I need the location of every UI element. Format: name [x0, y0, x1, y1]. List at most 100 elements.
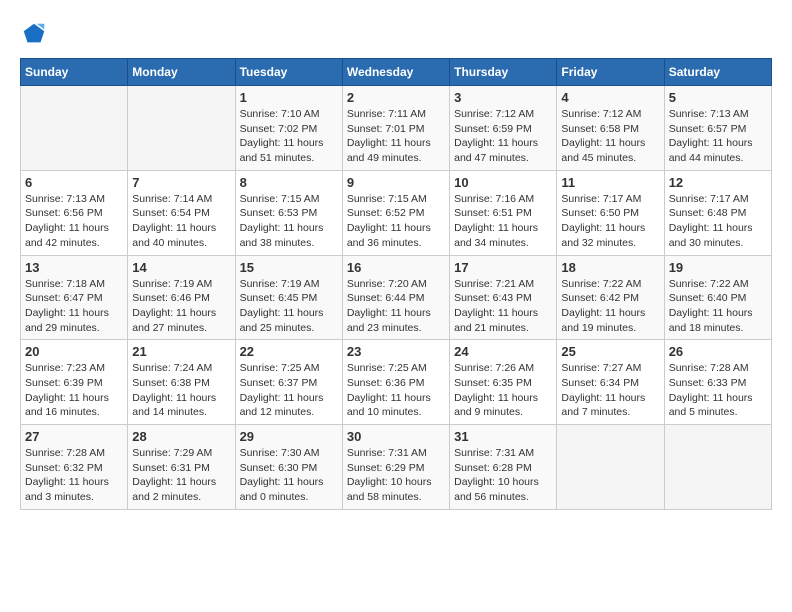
day-info: Sunrise: 7:10 AMSunset: 7:02 PMDaylight:… [240, 107, 338, 166]
day-number: 22 [240, 344, 338, 359]
calendar-cell: 23 Sunrise: 7:25 AMSunset: 6:36 PMDayligh… [342, 340, 449, 425]
header-cell: Tuesday [235, 59, 342, 86]
day-info: Sunrise: 7:31 AMSunset: 6:29 PMDaylight:… [347, 446, 445, 505]
calendar-cell: 24Sunrise: 7:26 AMSunset: 6:35 PMDayligh… [450, 340, 557, 425]
calendar-cell: 31 Sunrise: 7:31 AMSunset: 6:28 PMDayligh… [450, 425, 557, 510]
header-cell: Sunday [21, 59, 128, 86]
header-cell: Wednesday [342, 59, 449, 86]
day-info: Sunrise: 7:22 AMSunset: 6:40 PMDaylight:… [669, 277, 767, 336]
calendar-cell [557, 425, 664, 510]
day-info: Sunrise: 7:27 AMSunset: 6:34 PMDaylight:… [561, 361, 659, 420]
calendar-cell: 2 Sunrise: 7:11 AMSunset: 7:01 PMDaylight… [342, 86, 449, 171]
calendar-week-row: 20 Sunrise: 7:23 AMSunset: 6:39 PMDayligh… [21, 340, 772, 425]
day-number: 16 [347, 260, 445, 275]
day-number: 18 [561, 260, 659, 275]
day-number: 28 [132, 429, 230, 444]
calendar-cell: 28 Sunrise: 7:29 AMSunset: 6:31 PMDayligh… [128, 425, 235, 510]
day-info: Sunrise: 7:18 AMSunset: 6:47 PMDaylight:… [25, 277, 123, 336]
day-number: 19 [669, 260, 767, 275]
calendar-week-row: 1 Sunrise: 7:10 AMSunset: 7:02 PMDaylight… [21, 86, 772, 171]
day-info: Sunrise: 7:15 AMSunset: 6:53 PMDaylight:… [240, 192, 338, 251]
calendar-cell: 29 Sunrise: 7:30 AMSunset: 6:30 PMDayligh… [235, 425, 342, 510]
day-info: Sunrise: 7:25 AMSunset: 6:36 PMDaylight:… [347, 361, 445, 420]
day-info: Sunrise: 7:17 AMSunset: 6:48 PMDaylight:… [669, 192, 767, 251]
day-number: 20 [25, 344, 123, 359]
day-info: Sunrise: 7:14 AMSunset: 6:54 PMDaylight:… [132, 192, 230, 251]
calendar-cell: 8 Sunrise: 7:15 AMSunset: 6:53 PMDaylight… [235, 170, 342, 255]
day-number: 8 [240, 175, 338, 190]
day-number: 12 [669, 175, 767, 190]
calendar-cell: 17 Sunrise: 7:21 AMSunset: 6:43 PMDayligh… [450, 255, 557, 340]
day-number: 3 [454, 90, 552, 105]
day-info: Sunrise: 7:22 AMSunset: 6:42 PMDaylight:… [561, 277, 659, 336]
day-info: Sunrise: 7:13 AMSunset: 6:57 PMDaylight:… [669, 107, 767, 166]
calendar-cell [664, 425, 771, 510]
calendar-cell: 12 Sunrise: 7:17 AMSunset: 6:48 PMDayligh… [664, 170, 771, 255]
day-number: 25 [561, 344, 659, 359]
day-info: Sunrise: 7:29 AMSunset: 6:31 PMDaylight:… [132, 446, 230, 505]
day-number: 31 [454, 429, 552, 444]
day-number: 26 [669, 344, 767, 359]
calendar-cell: 15 Sunrise: 7:19 AMSunset: 6:45 PMDayligh… [235, 255, 342, 340]
day-number: 27 [25, 429, 123, 444]
day-info: Sunrise: 7:24 AMSunset: 6:38 PMDaylight:… [132, 361, 230, 420]
calendar-cell: 27 Sunrise: 7:28 AMSunset: 6:32 PMDayligh… [21, 425, 128, 510]
day-info: Sunrise: 7:20 AMSunset: 6:44 PMDaylight:… [347, 277, 445, 336]
day-number: 11 [561, 175, 659, 190]
day-info: Sunrise: 7:13 AMSunset: 6:56 PMDaylight:… [25, 192, 123, 251]
calendar-cell: 9Sunrise: 7:15 AMSunset: 6:52 PMDaylight… [342, 170, 449, 255]
day-info: Sunrise: 7:28 AMSunset: 6:33 PMDaylight:… [669, 361, 767, 420]
calendar-cell: 26 Sunrise: 7:28 AMSunset: 6:33 PMDayligh… [664, 340, 771, 425]
day-info: Sunrise: 7:23 AMSunset: 6:39 PMDaylight:… [25, 361, 123, 420]
header-cell: Friday [557, 59, 664, 86]
day-number: 2 [347, 90, 445, 105]
calendar-cell: 10 Sunrise: 7:16 AMSunset: 6:51 PMDayligh… [450, 170, 557, 255]
calendar-cell: 6Sunrise: 7:13 AMSunset: 6:56 PMDaylight… [21, 170, 128, 255]
day-number: 30 [347, 429, 445, 444]
day-info: Sunrise: 7:19 AMSunset: 6:46 PMDaylight:… [132, 277, 230, 336]
logo [20, 20, 52, 48]
calendar-cell: 16 Sunrise: 7:20 AMSunset: 6:44 PMDayligh… [342, 255, 449, 340]
day-number: 1 [240, 90, 338, 105]
calendar-cell: 7 Sunrise: 7:14 AMSunset: 6:54 PMDaylight… [128, 170, 235, 255]
day-info: Sunrise: 7:28 AMSunset: 6:32 PMDaylight:… [25, 446, 123, 505]
day-info: Sunrise: 7:15 AMSunset: 6:52 PMDaylight:… [347, 192, 445, 251]
day-info: Sunrise: 7:31 AMSunset: 6:28 PMDaylight:… [454, 446, 552, 505]
logo-icon [20, 20, 48, 48]
calendar-cell: 11 Sunrise: 7:17 AMSunset: 6:50 PMDayligh… [557, 170, 664, 255]
day-number: 17 [454, 260, 552, 275]
calendar-cell: 3Sunrise: 7:12 AMSunset: 6:59 PMDaylight… [450, 86, 557, 171]
day-number: 23 [347, 344, 445, 359]
page-header [20, 20, 772, 48]
day-number: 4 [561, 90, 659, 105]
calendar-cell: 19 Sunrise: 7:22 AMSunset: 6:40 PMDayligh… [664, 255, 771, 340]
day-info: Sunrise: 7:19 AMSunset: 6:45 PMDaylight:… [240, 277, 338, 336]
header-cell: Monday [128, 59, 235, 86]
day-number: 10 [454, 175, 552, 190]
day-info: Sunrise: 7:16 AMSunset: 6:51 PMDaylight:… [454, 192, 552, 251]
day-info: Sunrise: 7:12 AMSunset: 6:58 PMDaylight:… [561, 107, 659, 166]
day-number: 13 [25, 260, 123, 275]
day-info: Sunrise: 7:25 AMSunset: 6:37 PMDaylight:… [240, 361, 338, 420]
calendar-week-row: 13 Sunrise: 7:18 AMSunset: 6:47 PMDayligh… [21, 255, 772, 340]
calendar-cell [128, 86, 235, 171]
day-info: Sunrise: 7:30 AMSunset: 6:30 PMDaylight:… [240, 446, 338, 505]
calendar-cell: 30 Sunrise: 7:31 AMSunset: 6:29 PMDayligh… [342, 425, 449, 510]
day-info: Sunrise: 7:26 AMSunset: 6:35 PMDaylight:… [454, 361, 552, 420]
calendar-table: SundayMondayTuesdayWednesdayThursdayFrid… [20, 58, 772, 510]
calendar-cell: 4 Sunrise: 7:12 AMSunset: 6:58 PMDaylight… [557, 86, 664, 171]
day-number: 15 [240, 260, 338, 275]
day-number: 7 [132, 175, 230, 190]
calendar-cell: 25 Sunrise: 7:27 AMSunset: 6:34 PMDayligh… [557, 340, 664, 425]
day-info: Sunrise: 7:17 AMSunset: 6:50 PMDaylight:… [561, 192, 659, 251]
day-number: 21 [132, 344, 230, 359]
day-number: 29 [240, 429, 338, 444]
calendar-cell: 1 Sunrise: 7:10 AMSunset: 7:02 PMDaylight… [235, 86, 342, 171]
day-info: Sunrise: 7:11 AMSunset: 7:01 PMDaylight:… [347, 107, 445, 166]
calendar-cell: 20 Sunrise: 7:23 AMSunset: 6:39 PMDayligh… [21, 340, 128, 425]
day-info: Sunrise: 7:21 AMSunset: 6:43 PMDaylight:… [454, 277, 552, 336]
day-number: 14 [132, 260, 230, 275]
calendar-cell: 21 Sunrise: 7:24 AMSunset: 6:38 PMDayligh… [128, 340, 235, 425]
calendar-week-row: 27 Sunrise: 7:28 AMSunset: 6:32 PMDayligh… [21, 425, 772, 510]
calendar-cell: 22 Sunrise: 7:25 AMSunset: 6:37 PMDayligh… [235, 340, 342, 425]
